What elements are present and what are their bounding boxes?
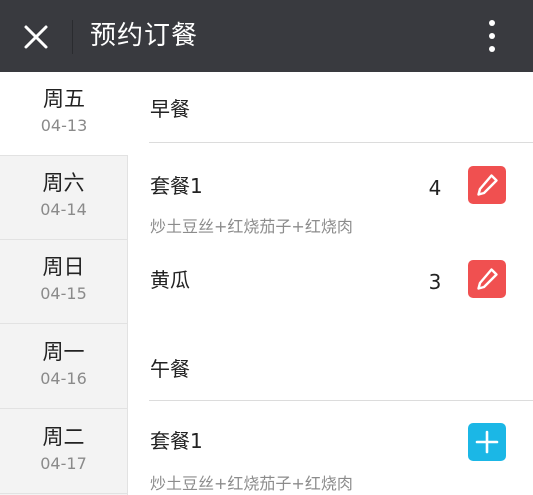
section-title-lunch: 午餐 — [150, 357, 190, 381]
day-name: 周日 — [42, 255, 85, 279]
day-item-tue[interactable]: 周二 04-17 — [0, 410, 127, 494]
day-name: 周六 — [42, 171, 85, 195]
more-options-button[interactable] — [474, 16, 510, 56]
day-name: 周二 — [42, 425, 85, 449]
day-date: 04-17 — [40, 454, 87, 473]
page-title: 预约订餐 — [90, 21, 199, 51]
day-date: 04-14 — [40, 200, 87, 219]
more-vertical-icon — [489, 20, 495, 52]
day-name: 周一 — [42, 340, 85, 364]
add-button[interactable] — [468, 423, 506, 461]
close-button[interactable] — [14, 15, 58, 59]
dish-name: 套餐1 — [150, 429, 203, 453]
edit-button[interactable] — [468, 260, 506, 298]
day-item-sat[interactable]: 周六 04-14 — [0, 156, 127, 240]
dish-description: 炒土豆丝+红烧茄子+红烧肉 — [150, 474, 353, 493]
day-sidebar: 周五 04-13 周六 04-14 周日 04-15 周一 04-16 周二 0… — [0, 72, 128, 495]
day-date: 04-15 — [40, 284, 87, 303]
day-name: 周五 — [43, 87, 85, 111]
app-bar-divider — [72, 20, 73, 54]
day-item-sun[interactable]: 周日 04-15 — [0, 240, 127, 324]
day-date: 04-13 — [40, 116, 88, 135]
dish-quantity: 3 — [428, 270, 442, 294]
dish-quantity: 4 — [428, 176, 442, 200]
dish-description: 炒土豆丝+红烧茄子+红烧肉 — [150, 217, 353, 236]
plus-icon — [475, 430, 499, 454]
day-date: 04-16 — [40, 369, 87, 388]
dish-name: 套餐1 — [150, 174, 203, 198]
day-item-fri[interactable]: 周五 04-13 — [0, 72, 128, 156]
section-divider — [149, 400, 533, 401]
app-bar: 预约订餐 — [0, 0, 533, 72]
edit-pencil-icon — [477, 268, 498, 290]
day-item-mon[interactable]: 周一 04-16 — [0, 325, 127, 409]
meal-list: 早餐 套餐1 4 炒土豆丝+红烧茄子+红烧肉 黄瓜 3 午餐 套餐1 炒土豆丝+… — [128, 72, 533, 495]
section-title-breakfast: 早餐 — [150, 97, 190, 121]
close-icon — [24, 25, 48, 49]
edit-pencil-icon — [477, 174, 498, 196]
section-divider — [149, 142, 533, 143]
dish-name: 黄瓜 — [150, 268, 190, 292]
edit-button[interactable] — [468, 166, 506, 204]
